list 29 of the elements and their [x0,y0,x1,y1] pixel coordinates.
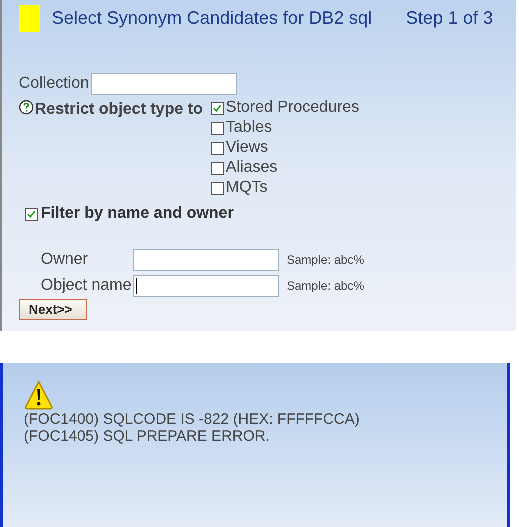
checkbox[interactable] [211,122,224,134]
checkbox[interactable] [211,162,224,174]
option-label: MQTs [226,178,268,198]
error-message: (FOC1400) SQLCODE IS -822 (HEX: FFFFFCCA) [24,411,361,428]
page-title: Select Synonym Candidates for DB2 sql [52,7,372,30]
option-label: Stored Procedures [226,98,360,118]
text-field[interactable] [133,275,279,297]
error-message: (FOC1405) SQL PREPARE ERROR. [24,428,271,445]
option-label: Views [226,138,268,158]
checkbox[interactable] [211,102,224,114]
next-button[interactable]: Next>> [19,299,87,320]
filter-label: Filter by name and owner [41,204,234,224]
checkbox[interactable] [211,142,224,154]
restrict-label: Restrict object type to [35,100,204,120]
field-label: Object name [41,276,133,296]
option-label: Tables [226,118,272,138]
field-label: Collection [19,74,90,94]
collection-field[interactable] [91,73,238,95]
option-label: Aliases [226,158,278,178]
warning-icon [24,380,54,411]
square-icon [19,5,40,32]
step-indicator: Step 1 of 3 [406,7,494,30]
checkbox[interactable] [25,208,38,220]
sample-hint: Sample: abc% [287,252,364,269]
field-label: Owner [41,250,90,270]
checkbox[interactable] [211,182,224,194]
sample-hint: Sample: abc% [287,278,364,295]
help-icon[interactable] [19,100,34,115]
text-field[interactable] [133,249,279,271]
